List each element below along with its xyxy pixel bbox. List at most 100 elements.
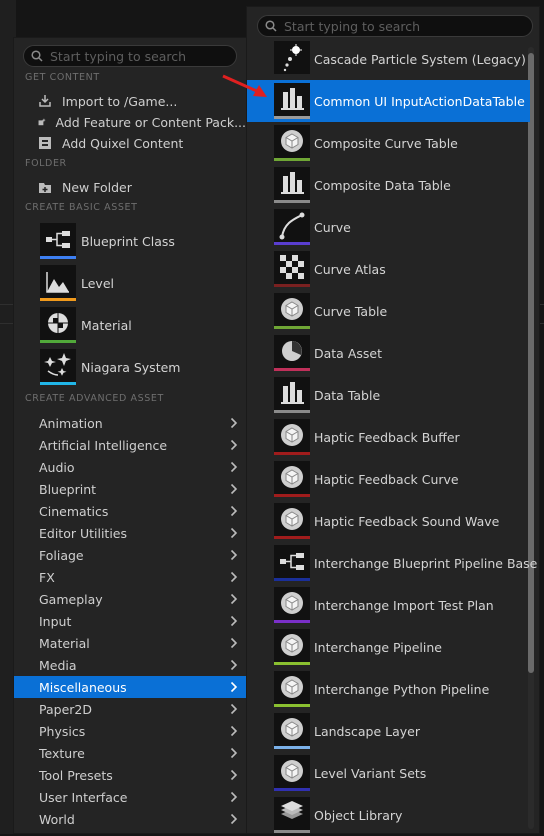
category-input[interactable]: Input: [14, 610, 246, 632]
blueprint-class-icon: [274, 545, 310, 581]
asset-item-data-asset[interactable]: Data Asset: [247, 332, 530, 374]
category-label: FX: [39, 569, 55, 585]
level-icon: [40, 265, 76, 301]
chevron-right-icon: [230, 703, 238, 715]
asset-item-composite-curve-table[interactable]: Composite Curve Table: [247, 122, 530, 164]
chevron-right-icon: [230, 791, 238, 803]
asset-item-data-table[interactable]: Data Table: [247, 374, 530, 416]
cube-icon: [274, 629, 310, 665]
category-fx[interactable]: FX: [14, 566, 246, 588]
asset-item-label: Interchange Python Pipeline: [314, 681, 490, 697]
section-get-content: GET CONTENT: [25, 72, 100, 83]
asset-item-label: Composite Data Table: [314, 177, 451, 193]
category-cinematics[interactable]: Cinematics: [14, 500, 246, 522]
miscellaneous-submenu: Cascade Particle System (Legacy) Common U…: [246, 6, 540, 834]
import-icon: [39, 95, 51, 107]
new-folder-icon: [39, 183, 51, 193]
category-label: Artificial Intelligence: [39, 437, 168, 453]
search-icon: [31, 50, 43, 62]
left-search-input[interactable]: [50, 47, 220, 65]
content-pack-icon: [38, 118, 46, 126]
chevron-right-icon: [230, 483, 238, 495]
category-world[interactable]: World: [14, 808, 246, 830]
asset-item-haptic-feedback-sound-wave[interactable]: Haptic Feedback Sound Wave: [247, 500, 530, 542]
cube-icon: [274, 671, 310, 707]
asset-item-level-variant-sets[interactable]: Level Variant Sets: [247, 752, 530, 794]
new-folder-menu-item[interactable]: New Folder: [38, 177, 246, 197]
asset-item-label: Haptic Feedback Buffer: [314, 429, 460, 445]
category-foliage[interactable]: Foliage: [14, 544, 246, 566]
asset-item-interchange-blueprint-pipeline-base[interactable]: Interchange Blueprint Pipeline Base: [247, 542, 537, 584]
chevron-right-icon: [230, 769, 238, 781]
category-tool-presets[interactable]: Tool Presets: [14, 764, 246, 786]
category-paper2d[interactable]: Paper2D: [14, 698, 246, 720]
cube-icon: [274, 125, 310, 161]
basic-asset-blueprint-class[interactable]: Blueprint Class: [40, 220, 246, 262]
category-label: Material: [39, 635, 90, 651]
basic-asset-material[interactable]: Material: [40, 304, 246, 346]
asset-item-common-ui-inputactiondatatable[interactable]: Common UI InputActionDataTable: [247, 80, 530, 122]
add-quixel-menu-item[interactable]: Add Quixel Content: [38, 133, 246, 153]
category-label: Input: [39, 613, 72, 629]
data-table-icon: [274, 167, 310, 203]
asset-item-label: Interchange Pipeline: [314, 639, 442, 655]
category-label: Miscellaneous: [39, 679, 127, 695]
right-search-input[interactable]: [284, 17, 504, 35]
chevron-right-icon: [230, 439, 238, 451]
category-user-interface[interactable]: User Interface: [14, 786, 246, 808]
layers-icon: [274, 797, 310, 833]
chevron-right-icon: [230, 527, 238, 539]
asset-item-curve-table[interactable]: Curve Table: [247, 290, 530, 332]
level-label: Level: [81, 275, 114, 291]
add-feature-label: Add Feature or Content Pack...: [55, 114, 247, 130]
asset-item-label: Curve: [314, 219, 351, 235]
category-blueprint[interactable]: Blueprint: [14, 478, 246, 500]
section-create-basic: CREATE BASIC ASSET: [25, 202, 138, 213]
right-search-box[interactable]: [257, 15, 533, 37]
category-media[interactable]: Media: [14, 654, 246, 676]
asset-item-interchange-import-test-plan[interactable]: Interchange Import Test Plan: [247, 584, 530, 626]
material-label: Material: [81, 317, 132, 333]
left-search-box[interactable]: [23, 45, 237, 67]
chevron-right-icon: [230, 549, 238, 561]
asset-item-curve-atlas[interactable]: Curve Atlas: [247, 248, 530, 290]
category-animation[interactable]: Animation: [14, 412, 246, 434]
chevron-right-icon: [230, 725, 238, 737]
checker-icon: [274, 251, 310, 287]
category-artificial-intelligence[interactable]: Artificial Intelligence: [14, 434, 246, 456]
category-audio[interactable]: Audio: [14, 456, 246, 478]
category-miscellaneous[interactable]: Miscellaneous: [14, 676, 246, 698]
category-gameplay[interactable]: Gameplay: [14, 588, 246, 610]
category-texture[interactable]: Texture: [14, 742, 246, 764]
add-feature-menu-item[interactable]: Add Feature or Content Pack...: [38, 112, 246, 132]
category-label: Cinematics: [39, 503, 109, 519]
asset-item-interchange-pipeline[interactable]: Interchange Pipeline: [247, 626, 530, 668]
asset-item-curve[interactable]: Curve: [247, 206, 530, 248]
category-label: Foliage: [39, 547, 84, 563]
asset-item-landscape-layer[interactable]: Landscape Layer: [247, 710, 530, 752]
cube-icon: [274, 755, 310, 791]
category-label: Paper2D: [39, 701, 92, 717]
quixel-icon: [39, 137, 51, 149]
asset-item-composite-data-table[interactable]: Composite Data Table: [247, 164, 530, 206]
asset-item-label: Interchange Blueprint Pipeline Base: [314, 555, 538, 571]
asset-item-label: Data Table: [314, 387, 381, 403]
category-material[interactable]: Material: [14, 632, 246, 654]
asset-item-object-library[interactable]: Object Library: [247, 794, 530, 836]
chevron-right-icon: [230, 593, 238, 605]
basic-asset-level[interactable]: Level: [40, 262, 246, 304]
asset-item-interchange-python-pipeline[interactable]: Interchange Python Pipeline: [247, 668, 530, 710]
pie-icon: [274, 335, 310, 371]
basic-asset-niagara-system[interactable]: Niagara System: [40, 346, 246, 388]
particle-icon: [274, 41, 310, 77]
category-physics[interactable]: Physics: [14, 720, 246, 742]
asset-item-label: Curve Table: [314, 303, 388, 319]
import-menu-item[interactable]: Import to /Game...: [38, 91, 246, 111]
category-label: Gameplay: [39, 591, 103, 607]
category-editor-utilities[interactable]: Editor Utilities: [14, 522, 246, 544]
category-label: Media: [39, 657, 77, 673]
asset-item-haptic-feedback-buffer[interactable]: Haptic Feedback Buffer: [247, 416, 530, 458]
asset-item-haptic-feedback-curve[interactable]: Haptic Feedback Curve: [247, 458, 530, 500]
add-quixel-label: Add Quixel Content: [62, 135, 184, 151]
asset-item-cascade-particle-system-legacy[interactable]: Cascade Particle System (Legacy): [247, 38, 530, 80]
